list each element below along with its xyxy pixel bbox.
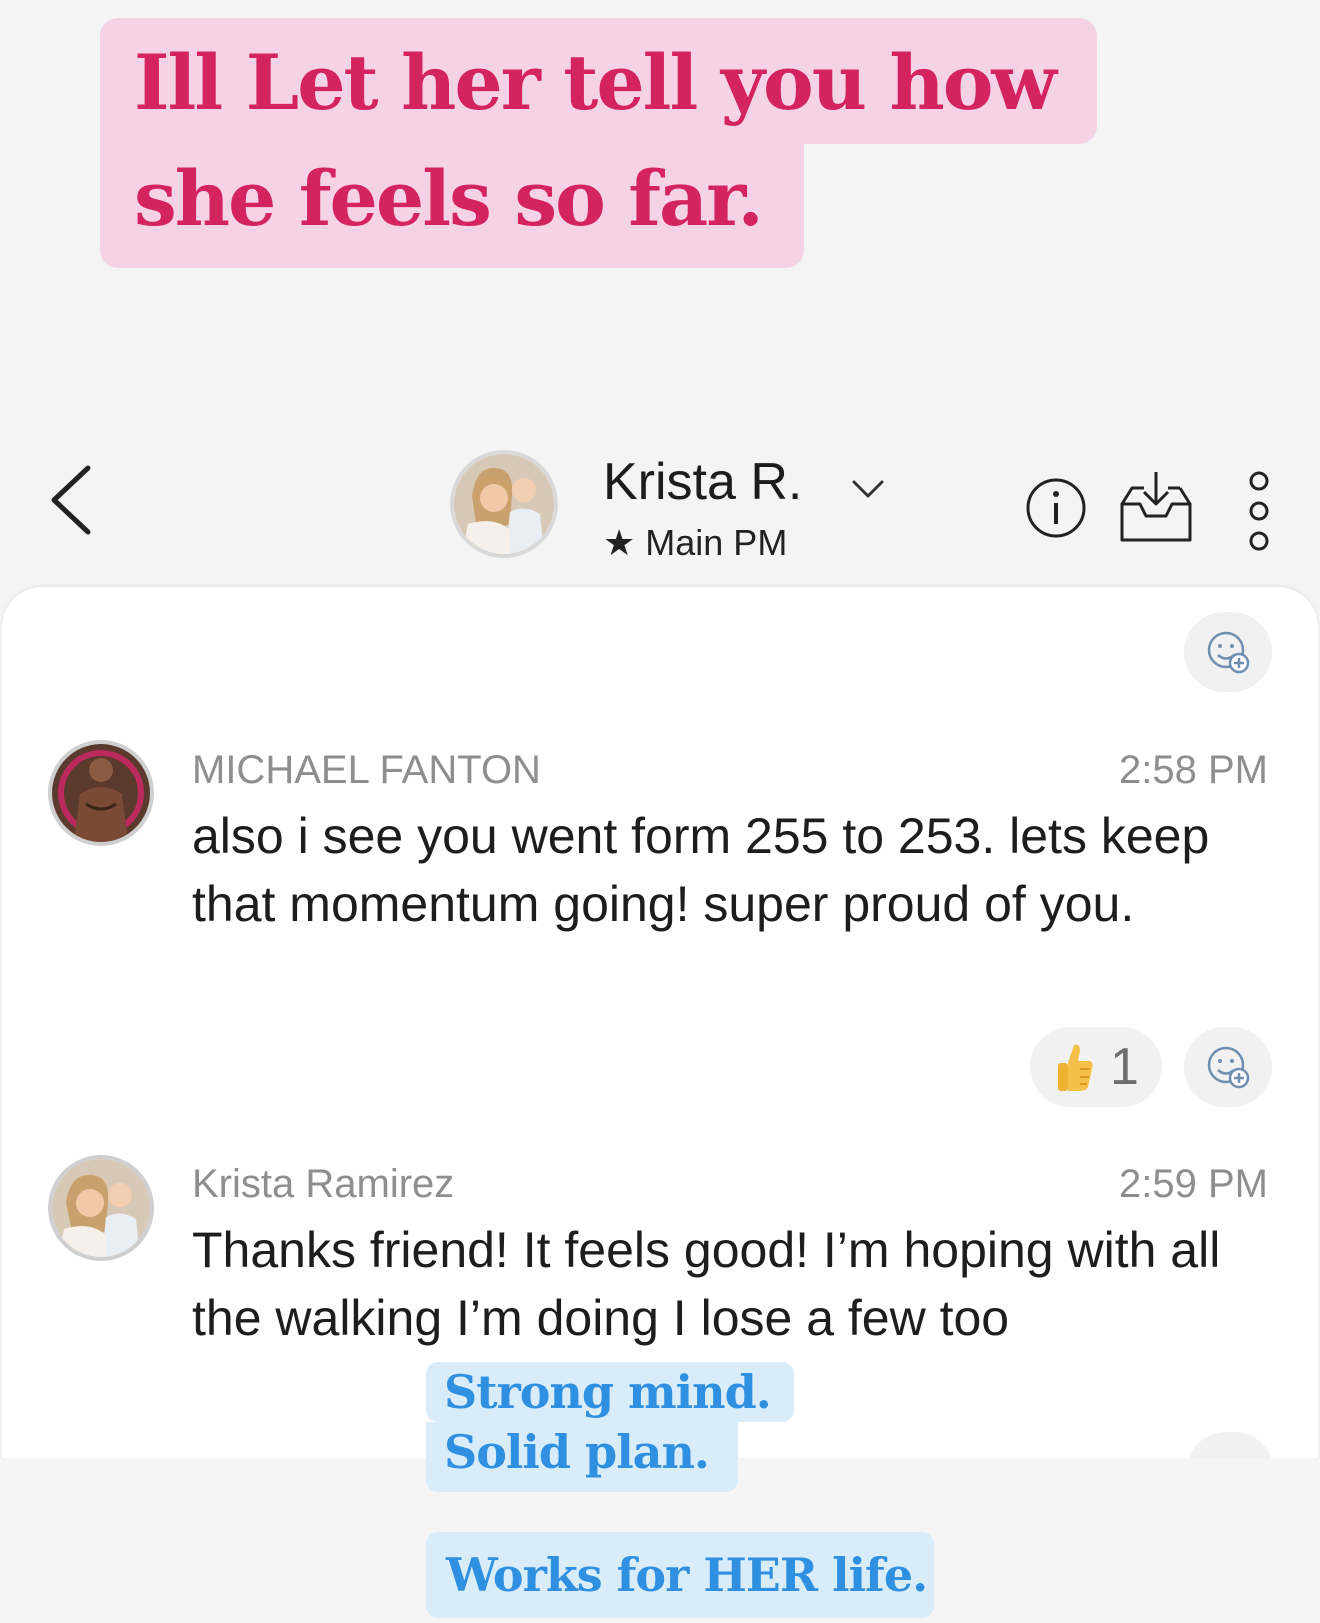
- sender-avatar[interactable]: [48, 1155, 154, 1261]
- back-button[interactable]: [40, 460, 110, 540]
- inbox-button[interactable]: [1118, 470, 1194, 544]
- thumbs-up-icon: [1058, 1044, 1093, 1091]
- chevron-down-icon[interactable]: [850, 478, 886, 500]
- conversation-header: Krista R. ★ Main PM: [0, 430, 1320, 580]
- overlay-tag: Solid plan.: [426, 1422, 738, 1492]
- add-reaction-button[interactable]: [1184, 1027, 1272, 1107]
- message-sender: MICHAEL FANTON: [192, 748, 541, 792]
- reaction-thumbs-up[interactable]: 1: [1030, 1027, 1162, 1107]
- more-vertical-icon: [1249, 471, 1269, 551]
- overlay-tag: Strong mind.: [426, 1362, 794, 1422]
- inbox-download-icon: [1120, 472, 1192, 542]
- message-text: Thanks friend! It feels good! I’m hoping…: [192, 1222, 1221, 1346]
- info-button[interactable]: [1024, 476, 1088, 540]
- add-reaction-icon: [1207, 1046, 1250, 1089]
- screen: Krista R. ★ Main PM MICHAEL FANTON 2:58 …: [0, 0, 1320, 1623]
- overlay-tag: Works for HER life.: [426, 1532, 934, 1618]
- sender-avatar[interactable]: [48, 740, 154, 846]
- caption-line: Ill Let her tell you how: [100, 18, 1097, 144]
- overlay-caption: Ill Let her tell you how she feels so fa…: [100, 18, 1097, 268]
- message-time: 2:58 PM: [1119, 748, 1268, 792]
- caption-line: she feels so far.: [100, 144, 804, 268]
- contact-avatar[interactable]: [450, 450, 558, 558]
- contact-subtitle: ★ Main PM: [603, 522, 788, 563]
- add-reaction-icon: [1207, 631, 1250, 674]
- reaction-count: 1: [1110, 1038, 1139, 1096]
- message-text: also i see you went form 255 to 253. let…: [192, 808, 1210, 932]
- message-time: 2:59 PM: [1119, 1162, 1268, 1206]
- back-chevron-icon: [51, 465, 91, 535]
- add-reaction-button[interactable]: [1184, 612, 1272, 692]
- message-sender: Krista Ramirez: [192, 1162, 455, 1206]
- info-icon: [1026, 478, 1086, 538]
- more-options-button[interactable]: [1244, 470, 1274, 552]
- contact-name[interactable]: Krista R.: [603, 452, 802, 512]
